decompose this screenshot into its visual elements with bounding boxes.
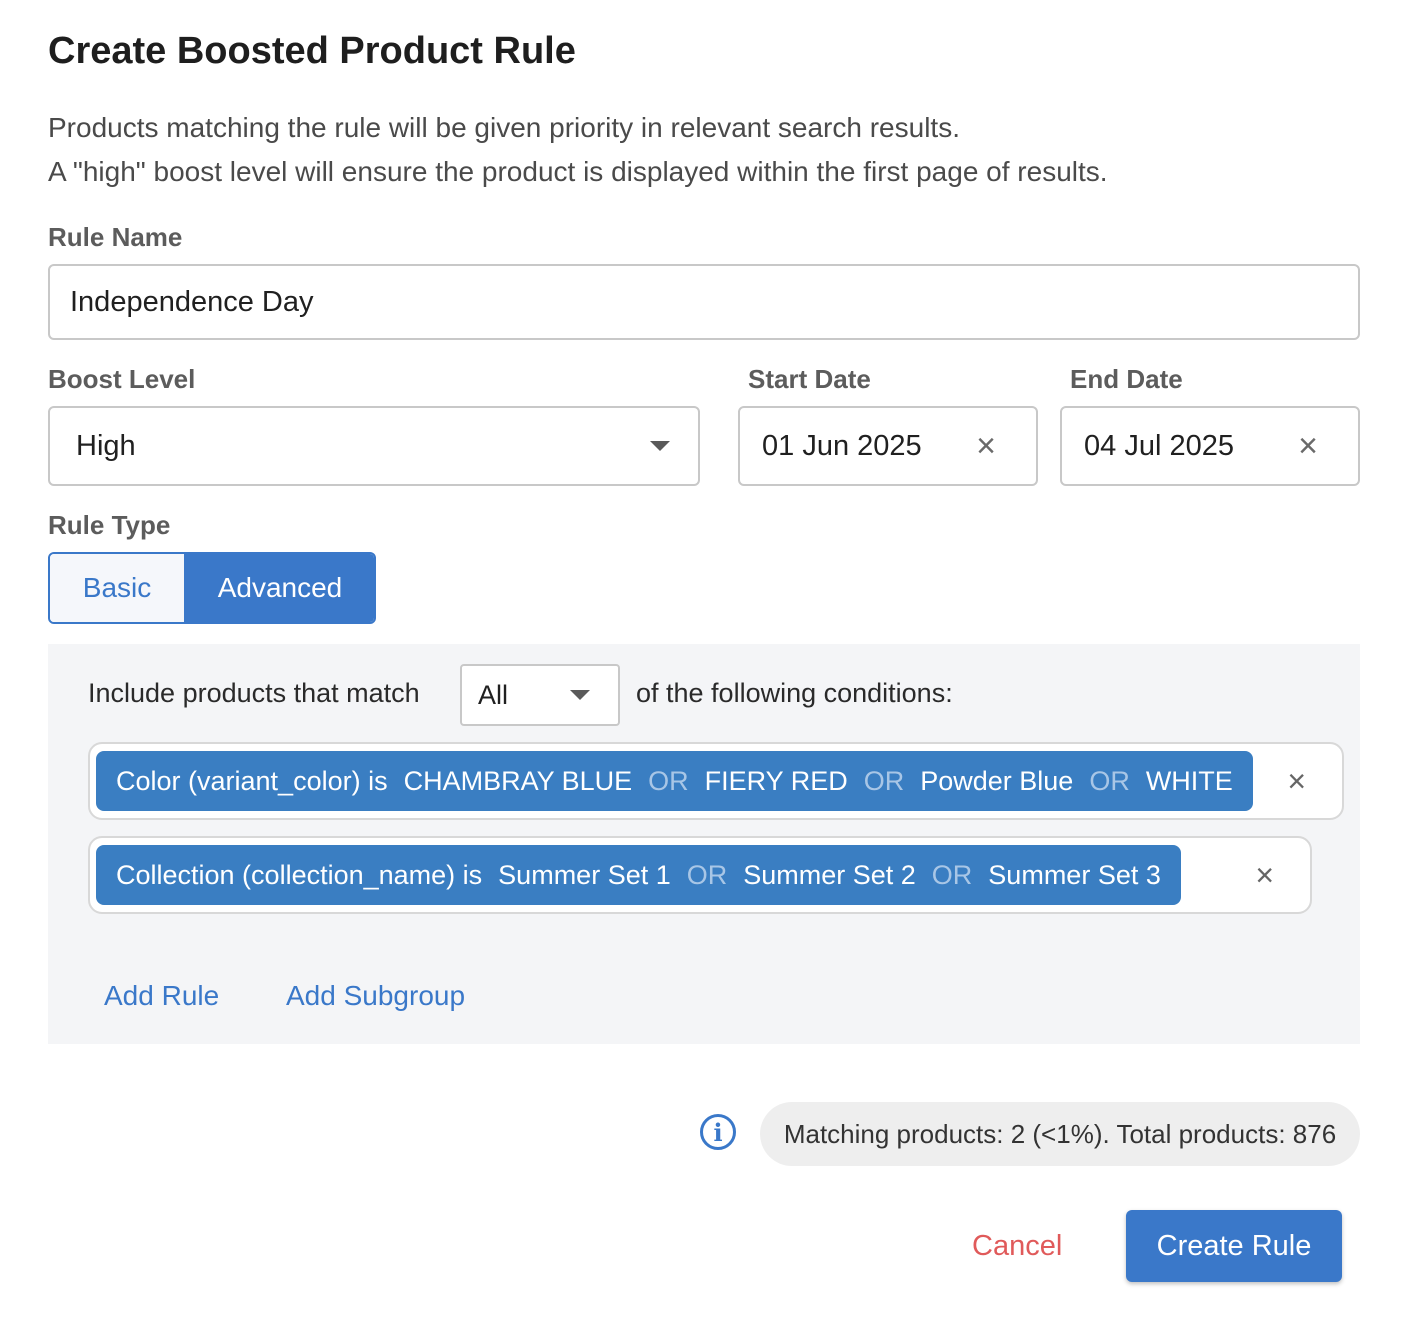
- remove-condition-icon[interactable]: ×: [1287, 763, 1306, 800]
- condition-chip-color[interactable]: Color (variant_color) is CHAMBRAY BLUE O…: [96, 751, 1253, 811]
- boost-level-select[interactable]: High: [48, 406, 700, 486]
- start-date-label: Start Date: [748, 364, 871, 394]
- create-rule-dialog: Create Boosted Product Rule Products mat…: [0, 0, 1408, 1318]
- create-rule-button[interactable]: Create Rule: [1126, 1210, 1342, 1282]
- matching-products-badge: Matching products: 2 (<1%). Total produc…: [760, 1102, 1360, 1166]
- dialog-title: Create Boosted Product Rule: [48, 30, 576, 72]
- add-subgroup-link[interactable]: Add Subgroup: [286, 980, 465, 1012]
- rule-name-value: Independence Day: [70, 285, 314, 318]
- conditions-prefix: Include products that match: [88, 678, 420, 708]
- remove-condition-icon[interactable]: ×: [1255, 857, 1274, 894]
- boost-level-value: High: [76, 429, 136, 462]
- rule-type-toggle: Basic Advanced: [48, 552, 376, 624]
- condition-field: Color (variant_color) is: [116, 765, 388, 796]
- condition-value: Summer Set 3: [988, 859, 1161, 890]
- condition-row-color: Color (variant_color) is CHAMBRAY BLUE O…: [88, 742, 1344, 820]
- cancel-button[interactable]: Cancel: [972, 1230, 1062, 1263]
- condition-value: CHAMBRAY BLUE: [403, 765, 633, 796]
- match-mode-value: All: [478, 679, 509, 710]
- or-separator: OR: [686, 859, 728, 890]
- rule-type-label: Rule Type: [48, 510, 171, 540]
- end-date-value: 04 Jul 2025: [1084, 429, 1234, 462]
- condition-value: Summer Set 2: [743, 859, 916, 890]
- chevron-down-icon: [570, 690, 590, 700]
- rule-name-label: Rule Name: [48, 222, 183, 252]
- start-date-value: 01 Jun 2025: [762, 429, 922, 462]
- rule-type-advanced-button[interactable]: Advanced: [186, 554, 374, 622]
- or-separator: OR: [863, 765, 905, 796]
- or-separator: OR: [931, 859, 973, 890]
- boost-level-label: Boost Level: [48, 364, 196, 394]
- condition-field: Collection (collection_name) is: [116, 859, 483, 890]
- rule-type-basic-button[interactable]: Basic: [50, 554, 186, 622]
- start-date-picker[interactable]: 01 Jun 2025 ×: [738, 406, 1038, 486]
- info-icon[interactable]: i: [700, 1114, 736, 1150]
- dialog-description-line1: Products matching the rule will be given…: [48, 112, 960, 143]
- end-date-picker[interactable]: 04 Jul 2025 ×: [1060, 406, 1360, 486]
- chevron-down-icon: [650, 441, 670, 451]
- dialog-description-line2: A "high" boost level will ensure the pro…: [48, 156, 1108, 187]
- end-date-label: End Date: [1070, 364, 1183, 394]
- rule-name-input[interactable]: Independence Day: [48, 264, 1360, 340]
- condition-row-collection: Collection (collection_name) is Summer S…: [88, 836, 1312, 914]
- conditions-suffix: of the following conditions:: [636, 678, 953, 708]
- condition-chip-collection[interactable]: Collection (collection_name) is Summer S…: [96, 845, 1181, 905]
- add-rule-link[interactable]: Add Rule: [104, 980, 219, 1012]
- clear-end-date-icon[interactable]: ×: [1298, 429, 1318, 463]
- condition-value: Summer Set 1: [498, 859, 671, 890]
- or-separator: OR: [648, 765, 689, 796]
- condition-value: WHITE: [1145, 765, 1233, 796]
- condition-value: Powder Blue: [920, 765, 1074, 796]
- or-separator: OR: [1089, 765, 1130, 796]
- condition-value: FIERY RED: [704, 765, 848, 796]
- match-mode-select[interactable]: All: [460, 664, 620, 726]
- clear-start-date-icon[interactable]: ×: [976, 429, 996, 463]
